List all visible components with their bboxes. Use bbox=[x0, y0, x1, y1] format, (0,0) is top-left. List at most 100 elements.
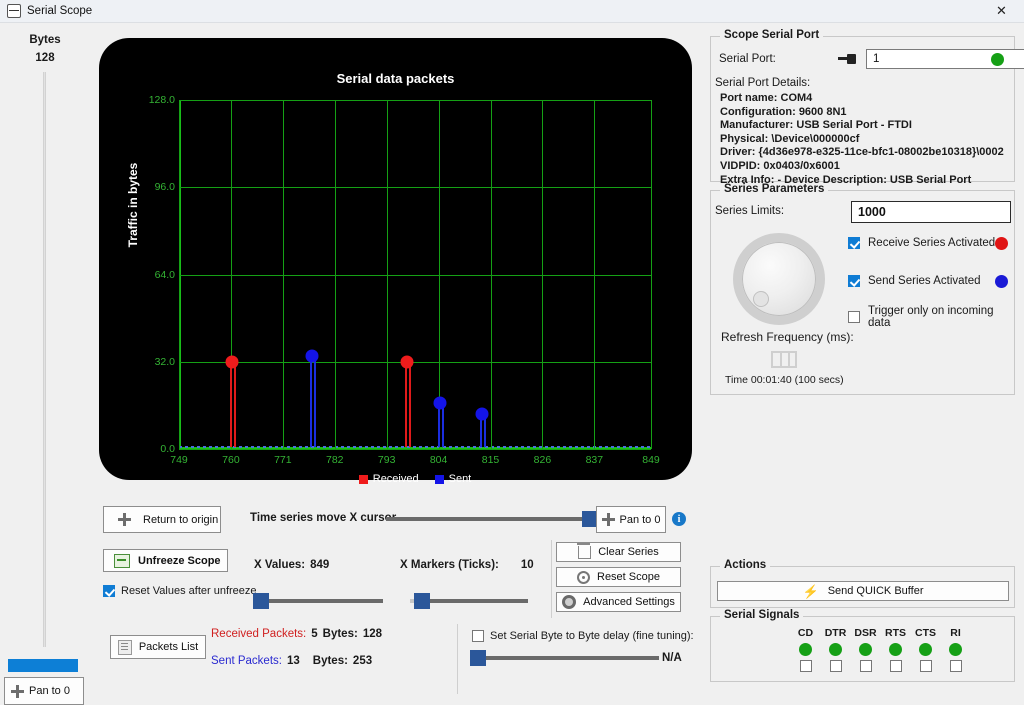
sent-packets-readout: Sent Packets: 13 Bytes: 253 bbox=[211, 655, 372, 667]
series-parameters-title: Series Parameters bbox=[720, 183, 829, 195]
reset-values-checkbox-row[interactable]: Reset Values after unfreeze bbox=[103, 585, 257, 597]
vertical-scale-slider[interactable] bbox=[43, 72, 46, 647]
chart-legend-item: Sent bbox=[434, 473, 471, 485]
x-values-readout: X Values: 849 bbox=[254, 559, 329, 571]
serial-signal-checkbox[interactable] bbox=[889, 660, 902, 672]
send-series-row[interactable]: Send Series Activated bbox=[848, 275, 981, 287]
info-icon[interactable]: i bbox=[672, 512, 686, 526]
serial-signal-checkbox[interactable] bbox=[859, 660, 872, 672]
refresh-frequency-knob[interactable] bbox=[733, 233, 825, 325]
close-icon[interactable]: ✕ bbox=[979, 0, 1024, 22]
chart-gridline-v bbox=[282, 100, 284, 449]
sent-bytes-label: Bytes: bbox=[312, 655, 348, 667]
serial-signal-checkbox[interactable] bbox=[829, 660, 842, 672]
byte-delay-value: N/A bbox=[662, 652, 682, 664]
serial-signal-label: RTS bbox=[885, 627, 906, 639]
reset-values-label: Reset Values after unfreeze bbox=[121, 585, 257, 597]
time-elapsed-label: Time 00:01:40 (100 secs) bbox=[725, 374, 844, 386]
vertical-scale-slider-handle[interactable] bbox=[8, 659, 78, 672]
trigger-incoming-row[interactable]: Trigger only on incoming data bbox=[848, 305, 1014, 329]
time-series-cursor-label: Time series move X cursor bbox=[250, 512, 397, 524]
chart-title: Serial data packets bbox=[336, 71, 455, 86]
send-quick-buffer-label: Send QUICK Buffer bbox=[827, 585, 924, 597]
chart-plot-area: Received Sent 0.0 32.0 64.0 96.0 128.0 749 760 7… bbox=[149, 94, 660, 485]
byte-delay-slider[interactable] bbox=[469, 650, 659, 666]
unfreeze-scope-button[interactable]: Unfreeze Scope bbox=[103, 549, 228, 572]
chart-x-tick: 793 bbox=[377, 454, 396, 466]
chart-legend-swatch bbox=[434, 474, 444, 484]
chart-gridline-h bbox=[179, 361, 651, 363]
chart-data-point bbox=[475, 407, 489, 421]
chart-data-point bbox=[225, 355, 239, 369]
chart-stem bbox=[233, 361, 236, 447]
serial-port-detail-line: Manufacturer: USB Serial Port - FTDI bbox=[720, 119, 912, 132]
receive-series-row[interactable]: Receive Series Activated bbox=[848, 237, 995, 249]
serial-signal-led bbox=[799, 643, 812, 656]
divider bbox=[457, 624, 458, 694]
advanced-settings-label: Advanced Settings bbox=[583, 596, 675, 608]
reset-values-checkbox[interactable] bbox=[103, 585, 115, 597]
chart-gridline-h bbox=[179, 449, 651, 450]
serial-port-detail-line: Physical: \Device\000000cf bbox=[720, 132, 860, 145]
serial-signal-label: RI bbox=[950, 627, 961, 639]
scope-icon bbox=[114, 553, 130, 568]
received-packets-readout: Received Packets: 5 Bytes: 128 bbox=[211, 628, 382, 640]
serial-signal-checkbox[interactable] bbox=[949, 660, 962, 672]
x-cursor-slider[interactable] bbox=[386, 511, 598, 527]
chart-y-tick: 64.0 bbox=[154, 268, 175, 281]
byte-delay-slider-handle[interactable] bbox=[469, 650, 486, 666]
chart-gridline-v bbox=[179, 100, 180, 449]
serial-port-detail-line: Configuration: 9600 8N1 bbox=[720, 105, 847, 118]
serial-signal-label: CTS bbox=[915, 627, 936, 639]
slider-a[interactable] bbox=[253, 593, 383, 609]
chart-y-axis-label: Traffic in bytes bbox=[126, 162, 140, 248]
bytes-caption: Bytes bbox=[29, 34, 61, 46]
send-series-checkbox[interactable] bbox=[848, 275, 860, 287]
chart-stem bbox=[404, 361, 407, 447]
slider-a-handle[interactable] bbox=[253, 593, 270, 609]
chart-gridline-v bbox=[334, 100, 336, 449]
sent-bytes-value: 253 bbox=[352, 655, 373, 667]
series-limits-input[interactable] bbox=[851, 201, 1011, 223]
knob-pointer bbox=[753, 291, 769, 307]
move-icon bbox=[118, 513, 131, 526]
sent-packets-label: Sent Packets: bbox=[211, 655, 282, 667]
move-icon bbox=[601, 513, 615, 526]
byte-delay-checkbox[interactable] bbox=[472, 630, 484, 642]
serial-signal-checkbox[interactable] bbox=[919, 660, 932, 672]
serial-scope-window: Serial Scope ✕ Bytes 128 Pan to 0 Serial… bbox=[0, 0, 1024, 705]
pan-to-0-left-label: Pan to 0 bbox=[29, 685, 70, 697]
slider-b[interactable] bbox=[410, 593, 528, 609]
serial-signal-cd: CD bbox=[795, 627, 816, 672]
slider-b-handle[interactable] bbox=[413, 593, 430, 609]
chart-baseline bbox=[179, 446, 651, 448]
move-icon bbox=[11, 684, 24, 698]
chart-gridline-h bbox=[179, 187, 651, 189]
scope-chart[interactable]: Serial data packets Traffic in bytes Rec… bbox=[99, 38, 692, 485]
clear-series-button[interactable]: Clear Series bbox=[556, 542, 681, 562]
serial-port-details-list: Port name: COM4 Configuration: 9600 8N1 Ma… bbox=[720, 92, 1004, 187]
return-to-origin-label: Return to origin bbox=[143, 513, 219, 526]
received-packets-label: Received Packets: bbox=[211, 628, 307, 640]
return-to-origin-button[interactable]: Return to origin bbox=[103, 506, 221, 533]
chart-data-point bbox=[305, 349, 319, 363]
serial-port-status-led bbox=[991, 53, 1004, 66]
packets-list-button[interactable]: Packets List bbox=[110, 635, 206, 659]
pan-to-0-left-button[interactable]: Pan to 0 bbox=[4, 677, 84, 705]
trigger-incoming-checkbox[interactable] bbox=[848, 311, 860, 323]
send-series-color-led bbox=[995, 275, 1008, 288]
chart-legend-label: Received bbox=[372, 473, 419, 485]
advanced-settings-button[interactable]: Advanced Settings bbox=[556, 592, 681, 612]
serial-signal-led bbox=[829, 643, 842, 656]
chart-gridline-h bbox=[179, 100, 651, 101]
refresh-indicator-icon bbox=[771, 351, 797, 368]
byte-delay-checkbox-row[interactable]: Set Serial Byte to Byte delay (fine tuni… bbox=[472, 630, 694, 642]
serial-signal-checkbox[interactable] bbox=[799, 660, 812, 672]
pan-to-0-button[interactable]: Pan to 0 bbox=[596, 506, 666, 533]
send-quick-buffer-button[interactable]: ⚡ Send QUICK Buffer bbox=[717, 581, 1009, 601]
divider bbox=[551, 540, 552, 618]
chart-x-tick: 849 bbox=[642, 454, 660, 466]
chart-x-tick: 815 bbox=[481, 454, 500, 466]
receive-series-checkbox[interactable] bbox=[848, 237, 860, 249]
reset-scope-button[interactable]: Reset Scope bbox=[556, 567, 681, 587]
